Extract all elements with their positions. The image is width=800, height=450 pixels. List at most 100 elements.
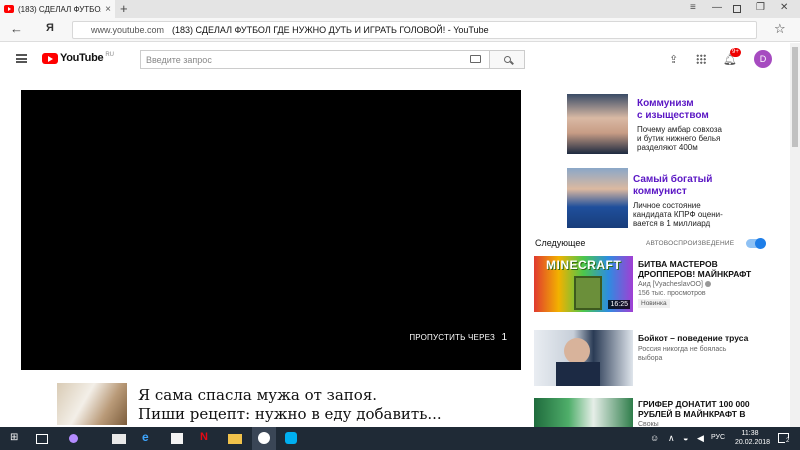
sidebar-ad-title[interactable]: Коммунизм с изыществом [637,98,709,122]
ad-text[interactable]: Я сама спасла мужа от запоя. Пиши рецепт… [138,386,442,424]
notification-badge: 9+ [730,48,741,57]
youtube-wordmark: YouTube [60,52,104,64]
youtube-play-icon [42,52,58,64]
video-channel[interactable]: Свокы [638,420,758,427]
autoplay-label: АВТОВОСПРОИЗВЕДЕНИЕ [646,240,735,247]
video-meta: Россия никогда не боялась выбора [638,345,758,363]
task-view-icon[interactable] [36,434,48,444]
windows-taskbar: ⊞ e N ☺ ∧ ◒ ◀ РУС 11:38 20.02.2018 2 [0,427,800,450]
youtube-logo[interactable]: YouTube RU [42,52,114,64]
tab-title: (183) СДЕЛАЛ ФУТБОЛ Г [18,4,101,14]
file-explorer-icon[interactable] [228,434,242,444]
video-duration: 16:25 [608,300,630,309]
video-player[interactable]: ПРОПУСТИТЬ ЧЕРЕЗ 1 [21,90,521,370]
video-title[interactable]: Бойкот – поведение труса [638,333,753,343]
apps-grid-icon[interactable] [696,54,706,64]
sidebar-ad-title-line: Коммунизм [637,98,694,109]
clock-time: 11:38 [741,430,759,437]
sidebar-ad-desc-line: кандидата КПРФ оцени- [633,210,723,219]
hamburger-menu-icon[interactable] [16,54,27,63]
store-icon[interactable] [171,433,183,444]
video-title[interactable]: ГРИФЕР ДОНАТИТ 100 000 РУБЛЕЙ В МАЙНКРАФ… [638,399,753,419]
video-channel[interactable]: Аид [VyacheslavOO] [638,281,703,288]
sidebar-ad-title-line: с изыществом [637,110,709,121]
network-icon[interactable]: ◒ [683,433,688,443]
page-scrollbar[interactable] [790,43,800,427]
language-indicator[interactable]: РУС [711,434,725,441]
sidebar-ad-title[interactable]: Самый богатый коммунист [633,174,712,198]
upload-icon[interactable]: ⇪ [669,53,678,66]
sidebar-ad-title-line: коммунист [633,186,687,197]
video-title-line: БИТВА МАСТЕРОВ [638,259,718,269]
sidebar-ad-image[interactable] [567,94,628,154]
close-window-icon[interactable]: ✕ [780,2,788,13]
tab-close-button[interactable]: × [105,4,111,15]
youtube-favicon-icon [4,5,14,13]
thumbnail-figure [574,276,602,310]
skype-icon[interactable] [285,432,297,444]
clock-date: 20.02.2018 [735,439,771,446]
tabs-view-icon[interactable] [733,5,741,13]
sidebar-ad-desc-line: Личное состояние [633,201,701,210]
people-icon[interactable]: ☺ [650,433,659,443]
youtube-header: YouTube RU Введите запрос ⇪ 🔔︎ 9+ D [0,43,790,75]
search-button[interactable] [490,50,525,69]
thumbnail-face [564,338,590,364]
video-title-line: ДРОППЕРОВ! МАЙНКРАФТ [638,269,752,279]
youtube-region: RU [105,52,114,58]
browser-tab-active[interactable]: (183) СДЕЛАЛ ФУТБОЛ Г × [0,0,115,18]
netflix-icon[interactable]: N [200,431,208,444]
restore-icon[interactable]: ❐ [756,2,765,13]
browser-tab-bar: (183) СДЕЛАЛ ФУТБОЛ Г × + ≡ — ❐ ✕ [0,0,800,18]
yandex-logo[interactable]: Я [46,22,54,34]
sidebar-ad-description: Личное состояние кандидата КПРФ оцени- в… [633,201,723,228]
video-thumbnail[interactable] [534,398,633,427]
sidebar-ad-description: Почему амбар совхоза и бутик нижнего бел… [637,125,722,152]
sidebar-ad-desc-line: вается в 1 миллиард [633,219,711,228]
search-input[interactable]: Введите запрос [140,50,490,69]
chevron-up-icon[interactable]: ∧ [668,433,675,444]
mail-icon[interactable] [112,434,126,444]
sidebar-ad-desc-line: разделяют 400м [637,143,698,152]
video-meta-line: Россия никогда не боялась [638,346,727,353]
video-thumbnail[interactable]: MINECRAFT 16:25 [534,256,633,312]
alice-voice-icon[interactable] [69,434,78,443]
clock[interactable]: 11:38 20.02.2018 [735,429,771,447]
url-field[interactable]: www.youtube.com (183) СДЕЛАЛ ФУТБОЛ ГДЕ … [72,21,757,39]
action-center-badge: 2 [785,438,791,444]
skip-ad-countdown: ПРОПУСТИТЬ ЧЕРЕЗ [409,333,495,342]
video-views: 156 тыс. просмотров [638,290,706,297]
sidebar-ad-desc-line: Почему амбар совхоза [637,125,723,134]
keyboard-icon[interactable] [470,55,481,63]
video-title-line: РУБЛЕЙ В МАЙНКРАФТ В [638,409,746,419]
verified-icon [704,281,711,288]
address-bar-row: ← Я www.youtube.com (183) СДЕЛАЛ ФУТБОЛ … [0,18,800,42]
new-badge: Новинка [638,299,670,308]
yandex-browser-icon [258,432,270,444]
windows-start-icon[interactable]: ⊞ [10,432,18,445]
bookmark-star-icon[interactable]: ☆ [774,21,786,37]
page-title-text: (183) СДЕЛАЛ ФУТБОЛ ГДЕ НУЖНО ДУТЬ И ИГР… [172,25,489,35]
edge-browser-icon[interactable]: e [142,430,149,444]
back-arrow-icon[interactable]: ← [10,21,23,36]
scrollbar-thumb[interactable] [792,47,798,147]
up-next-heading: Следующее [535,238,586,248]
menu-icon[interactable]: ≡ [690,2,696,13]
thumbnail-text: MINECRAFT [546,258,622,272]
search-icon [503,56,511,63]
new-tab-button[interactable]: + [120,1,128,16]
autoplay-toggle[interactable] [746,238,766,249]
avatar[interactable]: D [754,50,772,68]
minimize-icon[interactable]: — [712,2,722,13]
volume-icon[interactable]: ◀ [697,433,704,444]
sidebar-ad-image[interactable] [567,168,628,228]
video-title-line: ГРИФЕР ДОНАТИТ 100 000 [638,399,750,409]
video-meta: Аид [VyacheslavOO] 156 тыс. просмотров Н… [638,280,758,308]
video-title[interactable]: БИТВА МАСТЕРОВ ДРОППЕРОВ! МАЙНКРАФТ [638,259,753,279]
sidebar-ad-desc-line: и бутик нижнего белья [637,134,721,143]
video-thumbnail[interactable] [534,330,633,386]
thumbnail-suit [556,362,600,386]
url-host: www.youtube.com [91,25,165,35]
skip-ad-seconds: 1 [501,332,507,343]
ad-image[interactable] [57,383,127,425]
